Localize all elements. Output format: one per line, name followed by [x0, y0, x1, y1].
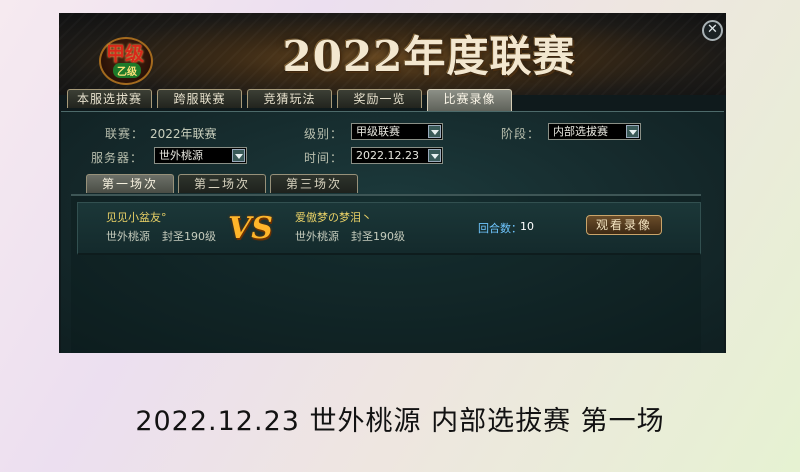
stage-select-value: 内部选拔赛 — [553, 125, 608, 138]
league-label: 联赛： — [105, 127, 145, 141]
player2-server: 世外桃源 — [295, 230, 339, 243]
close-button[interactable]: ✕ — [702, 20, 723, 41]
tab-round-3[interactable]: 第三场次 — [270, 174, 358, 193]
match-list: 见见小盆友° 世外桃源 封圣190级 VS 爱傲梦の梦泪丶 世外桃源 封圣190… — [71, 194, 701, 353]
player1-title: 封圣190级 — [162, 230, 216, 243]
chevron-down-icon — [428, 125, 441, 138]
round-tab-bar: 第一场次 第二场次 第三场次 — [86, 174, 358, 193]
level-select-value: 甲级联赛 — [356, 125, 400, 138]
player1-name: 见见小盆友° — [106, 211, 167, 224]
chevron-down-icon — [626, 125, 639, 138]
rounds-label: 回合数： — [478, 222, 522, 235]
tab-rewards[interactable]: 奖励一览 — [337, 89, 422, 108]
level-select[interactable]: 甲级联赛 — [351, 123, 443, 140]
stage-select[interactable]: 内部选拔赛 — [548, 123, 641, 140]
logo-text-small: 乙级 — [113, 63, 141, 78]
watch-replay-button[interactable]: 观看录像 — [586, 215, 662, 235]
server-select-value: 世外桃源 — [159, 149, 203, 162]
tab-betting[interactable]: 竞猜玩法 — [247, 89, 332, 108]
player2-title: 封圣190级 — [351, 230, 405, 243]
league-logo: 甲级 乙级 — [93, 33, 155, 85]
tab-round-2[interactable]: 第二场次 — [178, 174, 266, 193]
stage-label: 阶段： — [501, 127, 541, 141]
vs-icon: VS — [228, 211, 273, 246]
chevron-down-icon — [232, 149, 245, 162]
time-select[interactable]: 2022.12.23 — [351, 147, 443, 164]
level-label: 级别： — [304, 127, 344, 141]
banner-title: 2022年度联赛 — [282, 32, 576, 81]
replay-panel: 联赛： 2022年联赛 级别： 甲级联赛 阶段： 内部选拔赛 服务器： 世外桃源… — [61, 111, 724, 353]
image-caption: 2022.12.23 世外桃源 内部选拔赛 第一场 — [135, 406, 665, 437]
logo-text-big: 甲级 — [105, 43, 144, 65]
league-value: 2022年联赛 — [150, 127, 217, 141]
tab-round-1[interactable]: 第一场次 — [86, 174, 174, 193]
server-select[interactable]: 世外桃源 — [154, 147, 247, 164]
match-row: 见见小盆友° 世外桃源 封圣190级 VS 爱傲梦の梦泪丶 世外桃源 封圣190… — [77, 202, 701, 255]
player2-name: 爱傲梦の梦泪丶 — [295, 211, 372, 224]
close-icon: ✕ — [707, 22, 718, 37]
rounds-value: 10 — [520, 220, 534, 233]
game-window: 甲级 乙级 2022年度联赛 ✕ 本服选拔赛 跨服联赛 竞猜玩法 奖励一览 比赛… — [59, 13, 726, 353]
tab-local-selection[interactable]: 本服选拔赛 — [67, 89, 152, 108]
main-tab-bar: 本服选拔赛 跨服联赛 竞猜玩法 奖励一览 比赛录像 — [67, 89, 512, 111]
tab-cross-server-league[interactable]: 跨服联赛 — [157, 89, 242, 108]
tab-match-replays[interactable]: 比赛录像 — [427, 89, 512, 111]
time-label: 时间： — [304, 151, 344, 165]
time-select-value: 2022.12.23 — [356, 149, 419, 162]
chevron-down-icon — [428, 149, 441, 162]
player1-server: 世外桃源 — [106, 230, 150, 243]
server-label: 服务器： — [91, 151, 144, 165]
